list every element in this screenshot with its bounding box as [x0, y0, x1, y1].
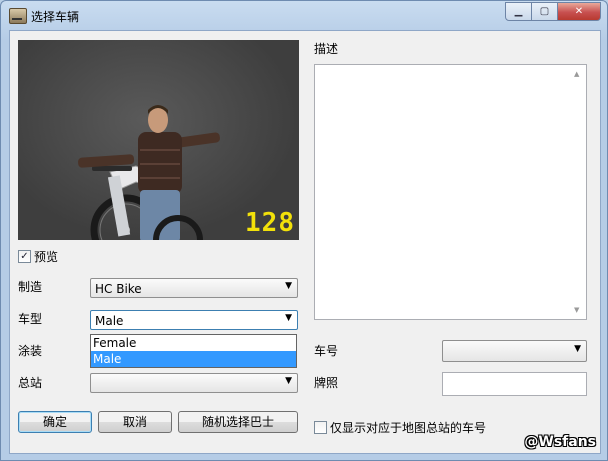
cancel-button[interactable]: 取消 — [98, 411, 172, 433]
scroll-down-icon[interactable]: ▼ — [574, 306, 579, 314]
preview-checkbox-label: 预览 — [34, 250, 59, 264]
chevron-down-icon: ▼ — [285, 313, 292, 323]
close-icon: ✕ — [574, 6, 584, 17]
title-bar[interactable]: 选择车辆 ▁ ▢ ✕ — [1, 1, 607, 29]
minimize-icon: ▁ — [514, 6, 523, 17]
station-select[interactable]: ▼ — [90, 373, 298, 393]
fleet-number-label: 车号 — [314, 344, 339, 358]
maximize-button[interactable]: ▢ — [532, 2, 558, 21]
minimize-button[interactable]: ▁ — [505, 2, 532, 21]
ok-button[interactable]: 确定 — [18, 411, 92, 433]
random-bus-button[interactable]: 随机选择巴士 — [178, 411, 298, 433]
preview-checkbox[interactable]: ✓ — [18, 250, 31, 263]
model-label: 车型 — [18, 312, 43, 326]
window-title: 选择车辆 — [31, 10, 80, 24]
select-vehicle-window: 选择车辆 ▁ ▢ ✕ 128 ✓ 预览 制造 HC Bike ▼ 车型 Male… — [0, 0, 608, 461]
chevron-down-icon: ▼ — [574, 344, 581, 354]
fleet-number-select[interactable]: ▼ — [442, 340, 587, 362]
vehicle-preview-image: 128 — [18, 40, 299, 240]
dialog-client-area: 128 ✓ 预览 制造 HC Bike ▼ 车型 Male ▼ Female M… — [9, 30, 601, 454]
close-button[interactable]: ✕ — [558, 2, 601, 21]
scroll-up-icon[interactable]: ▲ — [574, 70, 579, 78]
model-select-value: Male — [95, 314, 124, 328]
vehicle-counter: 128 — [245, 208, 295, 238]
maker-select-value: HC Bike — [95, 282, 142, 296]
description-scrollbar[interactable]: ▲ ▼ — [571, 66, 585, 318]
station-label: 总站 — [18, 376, 43, 390]
model-select[interactable]: Male ▼ — [90, 310, 298, 330]
caption-buttons: ▁ ▢ ✕ — [505, 2, 601, 21]
checkmark-icon: ✓ — [20, 251, 29, 262]
description-label: 描述 — [314, 42, 339, 56]
paint-label: 涂装 — [18, 344, 43, 358]
filter-checkbox-label: 仅显示对应于地图总站的车号 — [330, 421, 487, 435]
chevron-down-icon: ▼ — [285, 281, 292, 291]
model-option-male[interactable]: Male — [91, 351, 296, 367]
watermark-text: @Wsfans — [524, 434, 596, 450]
chevron-down-icon: ▼ — [285, 376, 292, 386]
model-dropdown-list: Female Male — [90, 334, 297, 368]
maximize-icon: ▢ — [539, 6, 550, 17]
description-textarea[interactable]: ▲ ▼ — [314, 64, 587, 320]
plate-input[interactable] — [442, 372, 587, 396]
maker-label: 制造 — [18, 280, 43, 294]
filter-checkbox[interactable] — [314, 421, 327, 434]
maker-select[interactable]: HC Bike ▼ — [90, 278, 298, 298]
model-option-female[interactable]: Female — [91, 335, 296, 351]
app-bus-icon — [9, 8, 27, 24]
plate-label: 牌照 — [314, 376, 339, 390]
